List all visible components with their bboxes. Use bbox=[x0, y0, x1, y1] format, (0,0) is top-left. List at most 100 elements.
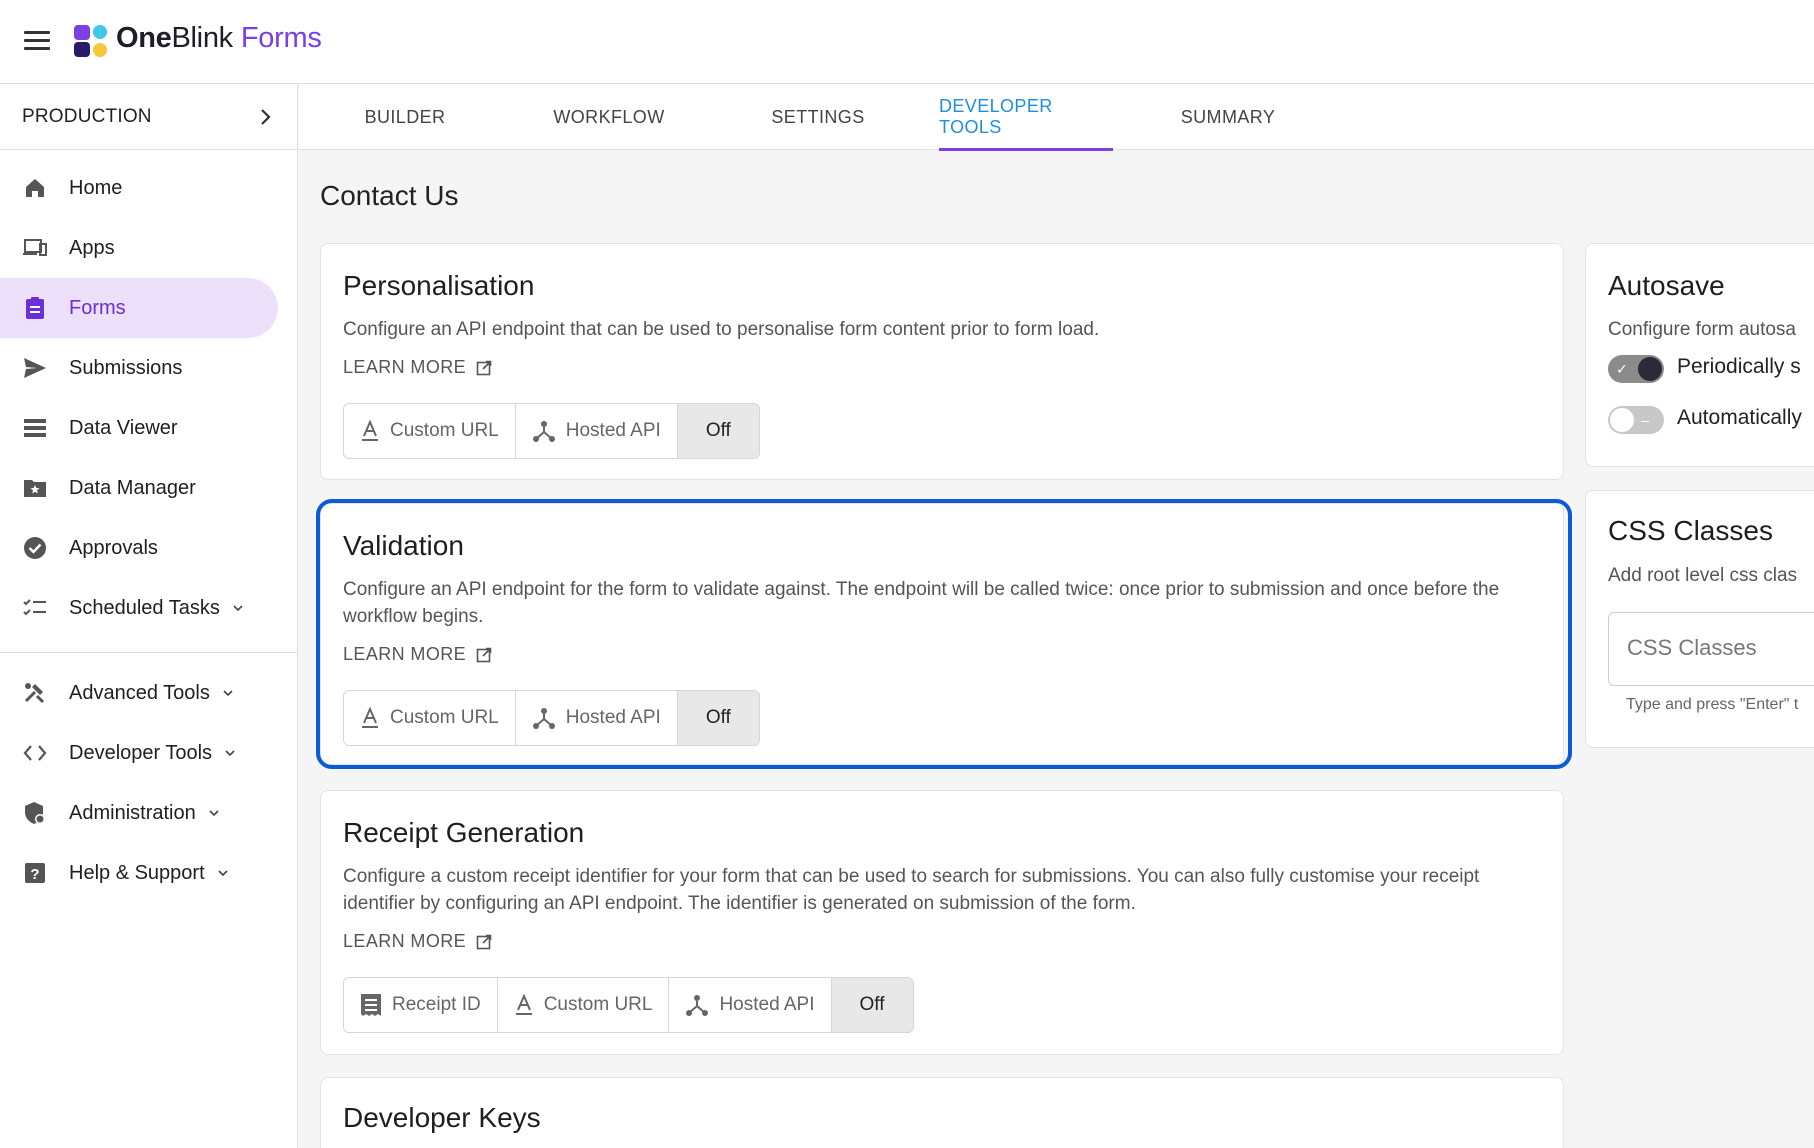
tab-developer-tools[interactable]: DEVELOPER TOOLS bbox=[939, 84, 1113, 151]
developer-keys-card: Developer Keys bbox=[320, 1077, 1564, 1148]
hosted-api-label: Hosted API bbox=[565, 707, 661, 728]
validation-options: Custom URL Hosted API Off bbox=[343, 690, 760, 746]
hosted-api-button[interactable]: Hosted API bbox=[516, 691, 678, 745]
tab-builder[interactable]: BUILDER bbox=[343, 84, 467, 150]
sidebar-item-label: Apps bbox=[69, 236, 115, 259]
tab-settings[interactable]: SETTINGS bbox=[766, 84, 870, 150]
code-icon bbox=[22, 740, 48, 766]
auto-autosave-toggle[interactable]: – bbox=[1608, 406, 1664, 434]
hosted-api-label: Hosted API bbox=[565, 420, 661, 441]
custom-url-label: Custom URL bbox=[543, 994, 653, 1015]
autosave-card: Autosave Configure form autosa ✓ Periodi… bbox=[1585, 243, 1814, 467]
api-hub-icon bbox=[532, 421, 555, 442]
learn-more-link[interactable]: LEARN MORE bbox=[343, 357, 492, 378]
tools-icon bbox=[22, 680, 48, 706]
sidebar: PRODUCTION Home Apps Forms Submissions D… bbox=[0, 84, 298, 1148]
tab-workflow[interactable]: WORKFLOW bbox=[553, 84, 665, 150]
sidebar-item-scheduled-tasks[interactable]: Scheduled Tasks bbox=[0, 578, 278, 638]
tab-summary[interactable]: SUMMARY bbox=[1179, 84, 1277, 150]
form-tabs: BUILDER WORKFLOW SETTINGS DEVELOPER TOOL… bbox=[299, 84, 1814, 151]
chevron-down-icon bbox=[225, 750, 235, 757]
personalisation-options: Custom URL Hosted API Off bbox=[343, 403, 760, 459]
sidebar-item-label: Scheduled Tasks bbox=[69, 596, 220, 619]
sidebar-item-home[interactable]: Home bbox=[0, 158, 278, 218]
text-format-icon bbox=[362, 420, 378, 441]
devices-icon bbox=[22, 235, 48, 261]
card-title: Personalisation bbox=[343, 270, 535, 301]
card-title: Developer Keys bbox=[343, 1102, 541, 1133]
learn-more-label: LEARN MORE bbox=[343, 644, 467, 664]
external-link-icon bbox=[476, 360, 492, 375]
dash-icon: – bbox=[1641, 412, 1649, 428]
oneblink-logo bbox=[74, 25, 107, 57]
periodic-autosave-toggle[interactable]: ✓ bbox=[1608, 355, 1664, 383]
receipt-id-button[interactable]: Receipt ID bbox=[344, 978, 498, 1032]
toggle-knob bbox=[1610, 408, 1634, 432]
css-classes-input[interactable] bbox=[1627, 635, 1814, 661]
receipt-options: Receipt ID Custom URL Hosted API Off bbox=[343, 977, 914, 1033]
card-title: CSS Classes bbox=[1608, 515, 1773, 546]
css-classes-hint: Type and press "Enter" t bbox=[1626, 696, 1799, 713]
validation-card: Validation Configure an API endpoint for… bbox=[320, 503, 1564, 765]
chevron-down-icon bbox=[218, 870, 228, 877]
folder-star-icon bbox=[22, 475, 48, 501]
check-icon: ✓ bbox=[1616, 361, 1628, 377]
sidebar-item-submissions[interactable]: Submissions bbox=[0, 338, 278, 398]
css-classes-field[interactable] bbox=[1608, 612, 1814, 686]
external-link-icon bbox=[476, 934, 492, 949]
sidebar-item-advanced-tools[interactable]: Advanced Tools bbox=[0, 663, 278, 723]
svg-text:?: ? bbox=[30, 866, 39, 883]
off-button[interactable]: Off bbox=[677, 691, 759, 745]
sidebar-item-data-viewer[interactable]: Data Viewer bbox=[0, 398, 278, 458]
sidebar-item-label: Data Viewer bbox=[69, 416, 178, 439]
sidebar-item-data-manager[interactable]: Data Manager bbox=[0, 458, 278, 518]
card-description: Configure an API endpoint that can be us… bbox=[343, 319, 1100, 340]
external-link-icon bbox=[476, 647, 492, 662]
card-description: Configure form autosa bbox=[1608, 319, 1796, 340]
page-title: Contact Us bbox=[320, 180, 459, 211]
app-brand[interactable]: OneBlink Forms bbox=[116, 22, 322, 55]
off-button[interactable]: Off bbox=[831, 978, 913, 1032]
app-bar: OneBlink Forms bbox=[0, 0, 1814, 84]
text-format-icon bbox=[362, 707, 378, 728]
custom-url-button[interactable]: Custom URL bbox=[344, 404, 516, 458]
send-icon bbox=[22, 355, 48, 381]
sidebar-item-label: Forms bbox=[69, 296, 126, 319]
chevron-right-icon bbox=[261, 109, 271, 125]
sidebar-item-help-support[interactable]: ? Help & Support bbox=[0, 843, 278, 903]
card-title: Validation bbox=[343, 530, 464, 561]
checklist-icon bbox=[22, 595, 48, 621]
sidebar-item-approvals[interactable]: Approvals bbox=[0, 518, 278, 578]
card-title: Autosave bbox=[1608, 270, 1725, 301]
api-hub-icon bbox=[532, 708, 555, 729]
hosted-api-button[interactable]: Hosted API bbox=[669, 978, 832, 1032]
sidebar-item-developer-tools[interactable]: Developer Tools bbox=[0, 723, 278, 783]
toggle-knob bbox=[1638, 357, 1662, 381]
sidebar-item-apps[interactable]: Apps bbox=[0, 218, 278, 278]
personalisation-card: Personalisation Configure an API endpoin… bbox=[320, 243, 1564, 480]
environment-selector[interactable]: PRODUCTION bbox=[0, 84, 297, 150]
menu-icon[interactable] bbox=[22, 28, 52, 56]
card-description: Configure an API endpoint for the form t… bbox=[343, 579, 1500, 627]
chevron-down-icon bbox=[223, 690, 233, 697]
card-description: Configure a custom receipt identifier fo… bbox=[343, 866, 1480, 914]
text-format-icon bbox=[515, 994, 532, 1015]
sidebar-item-forms[interactable]: Forms bbox=[0, 278, 278, 338]
custom-url-button[interactable]: Custom URL bbox=[344, 691, 516, 745]
sidebar-item-label: Administration bbox=[69, 801, 196, 824]
sidebar-item-administration[interactable]: Administration bbox=[0, 783, 278, 843]
help-icon: ? bbox=[22, 860, 48, 886]
clipboard-icon bbox=[22, 295, 48, 321]
custom-url-label: Custom URL bbox=[390, 420, 499, 441]
hosted-api-button[interactable]: Hosted API bbox=[516, 404, 678, 458]
custom-url-button[interactable]: Custom URL bbox=[498, 978, 670, 1032]
sidebar-item-label: Advanced Tools bbox=[69, 681, 210, 704]
receipt-icon bbox=[361, 994, 381, 1016]
sidebar-item-label: Data Manager bbox=[69, 476, 196, 499]
api-hub-icon bbox=[686, 995, 709, 1016]
learn-more-link[interactable]: LEARN MORE bbox=[343, 644, 492, 665]
learn-more-link[interactable]: LEARN MORE bbox=[343, 931, 492, 952]
card-title: Receipt Generation bbox=[343, 817, 585, 848]
custom-url-label: Custom URL bbox=[390, 707, 499, 728]
off-button[interactable]: Off bbox=[677, 404, 759, 458]
